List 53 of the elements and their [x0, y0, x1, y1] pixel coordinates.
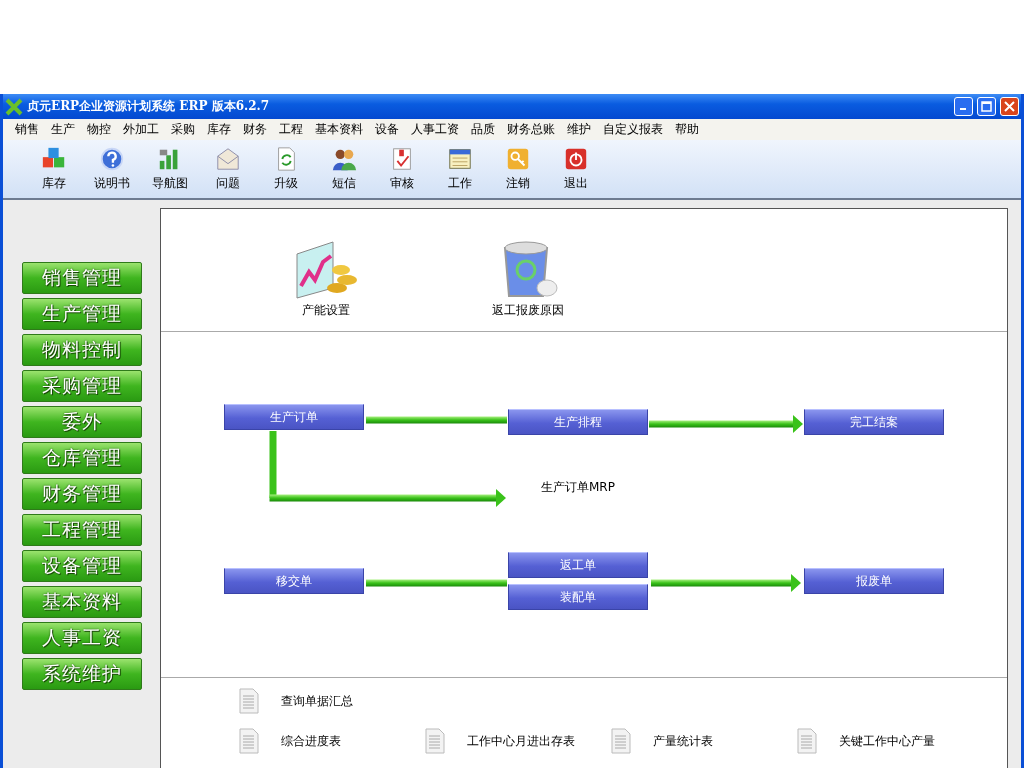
menu-item[interactable]: 外加工: [117, 121, 165, 138]
shortcut-label[interactable]: 产能设置: [302, 302, 350, 319]
menu-item[interactable]: 销售: [9, 121, 45, 138]
flow-node[interactable]: 装配单: [508, 584, 648, 610]
close-icon[interactable]: [1004, 101, 1015, 112]
menu-item[interactable]: 维护: [561, 121, 597, 138]
toolbar-label[interactable]: 升级: [274, 175, 298, 192]
toolbar-label[interactable]: 工作: [448, 175, 472, 192]
menu-item[interactable]: 财务: [237, 121, 273, 138]
toolbar-label[interactable]: 审核: [390, 175, 414, 192]
report-link[interactable]: 综合进度表: [281, 732, 341, 750]
envelope-icon[interactable]: [215, 146, 241, 172]
menu-item[interactable]: 基本资料: [309, 121, 369, 138]
menu-item[interactable]: 财务总账: [501, 121, 561, 138]
window-title: 贞元ERP企业资源计划系统 ERP 版本6.2.7: [27, 98, 271, 115]
toolbar-label[interactable]: 库存: [42, 175, 66, 192]
toolbar-label[interactable]: 问题: [216, 175, 240, 192]
toolbar-label[interactable]: 说明书: [94, 175, 130, 192]
menu-item[interactable]: 品质: [465, 121, 501, 138]
report-link[interactable]: 产量统计表: [653, 732, 713, 750]
toolbar-label[interactable]: 短信: [332, 175, 356, 192]
menu-item[interactable]: 工程: [273, 121, 309, 138]
flow-node[interactable]: 返工单: [508, 552, 648, 578]
menu-item[interactable]: 自定义报表: [597, 121, 669, 138]
help-icon[interactable]: [99, 146, 125, 172]
chart-with-coins-icon[interactable]: [293, 240, 359, 300]
maximize-icon[interactable]: [981, 101, 992, 112]
flow-node[interactable]: 生产订单: [224, 404, 364, 430]
flow-node[interactable]: 生产排程: [508, 409, 648, 435]
flow-node[interactable]: 完工结案: [804, 409, 944, 435]
menu-item[interactable]: 人事工资: [405, 121, 465, 138]
menu-item[interactable]: 采购: [165, 121, 201, 138]
shortcut-label[interactable]: 返工报废原因: [492, 302, 564, 319]
app-logo-icon: [5, 97, 23, 116]
flow-label[interactable]: 生产订单MRP: [541, 479, 615, 496]
menu-item[interactable]: 设备: [369, 121, 405, 138]
maximize-button[interactable]: [977, 97, 996, 116]
toolbar-label[interactable]: 注销: [506, 175, 530, 192]
toolbar-label[interactable]: 退出: [564, 175, 588, 192]
calendar-icon[interactable]: [447, 146, 473, 172]
report-link[interactable]: 工作中心月进出存表: [467, 732, 575, 750]
report-link[interactable]: 查询单据汇总: [281, 692, 353, 710]
menu-item[interactable]: 物控: [81, 121, 117, 138]
menu-item[interactable]: 库存: [201, 121, 237, 138]
report-link[interactable]: 关键工作中心产量: [839, 732, 935, 750]
close-button[interactable]: [1000, 97, 1019, 116]
toolbar-label[interactable]: 导航图: [152, 175, 188, 192]
flow-node[interactable]: 报废单: [804, 568, 944, 594]
flow-node[interactable]: 移交单: [224, 568, 364, 594]
menu-item[interactable]: 生产: [45, 121, 81, 138]
power-icon[interactable]: [563, 146, 589, 172]
menu-item[interactable]: 帮助: [669, 121, 705, 138]
minimize-button[interactable]: [954, 97, 973, 116]
